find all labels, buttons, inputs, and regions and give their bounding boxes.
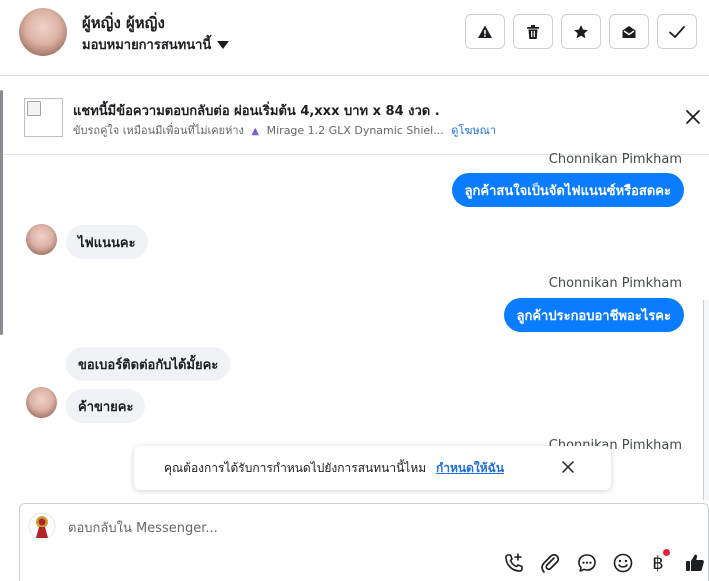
contact-name[interactable]: ผู้หญิ่ง ผู้หญิ่ง: [82, 11, 165, 35]
ad-thumbnail[interactable]: [24, 98, 63, 137]
close-icon[interactable]: [684, 108, 702, 126]
message-bubble-incoming[interactable]: ไฟแนนคะ: [66, 225, 148, 259]
emoji-icon: [613, 553, 633, 573]
mark-unread-button[interactable]: [609, 14, 649, 49]
contact-avatar[interactable]: [19, 8, 67, 56]
faq-button[interactable]: [575, 551, 599, 575]
notification-dot: [663, 549, 670, 556]
star-icon: [574, 24, 588, 38]
assign-to-me-link[interactable]: กำหนดให้ฉัน: [436, 461, 504, 475]
faq-bubble-icon: [578, 554, 596, 572]
trash-icon: [527, 24, 539, 39]
thumbs-up-icon: [686, 554, 704, 571]
message-bubble-outgoing[interactable]: ลูกค้าประกอบอาชีพอะไรคะ: [503, 298, 684, 332]
view-ad-link[interactable]: ดูโฆษณา: [451, 124, 496, 137]
message-bubble-incoming[interactable]: ค้าขายคะ: [66, 389, 146, 423]
contact-avatar-small: [26, 387, 57, 418]
phone-add-button[interactable]: [502, 551, 526, 575]
attachment-icon: [541, 553, 560, 573]
message-bubble-outgoing[interactable]: ลูกค้าสนใจเป็นจัดไฟแนนซ์หรือสดคะ: [451, 173, 684, 207]
message-sender: Chonnikan Pimkham: [548, 152, 682, 167]
message-bubble-incoming[interactable]: ขอเบอร์ติดต่อกับได้มั้ยคะ: [66, 347, 231, 381]
message-sender: Chonnikan Pimkham: [548, 276, 682, 291]
assignment-prompt-text: คุณต้องการได้รับการกำหนดไปยังการสนทนานี้…: [164, 459, 504, 478]
page-avatar: [28, 512, 56, 540]
assignment-prompt-toast: คุณต้องการได้รับการกำหนดไปยังการสนทนานี้…: [134, 446, 611, 490]
payment-button[interactable]: ฿: [646, 549, 670, 575]
delete-button[interactable]: [513, 14, 553, 49]
thumbs-up-button[interactable]: [683, 551, 707, 575]
warning-icon: [478, 25, 492, 38]
conversation-header: ผู้หญิ่ง ผู้หญิ่ง มอบหมายการสนทนานี้: [0, 0, 709, 76]
assign-label: มอบหมายการสนทนานี้: [82, 38, 212, 53]
assignment-question: คุณต้องการได้รับการกำหนดไปยังการสนทนานี้…: [164, 461, 427, 475]
baht-payment-icon: ฿: [652, 552, 664, 574]
ad-context-banner: แชทนี้มีข้อความตอบกลับต่อ ผ่อนเริ่มต้น 4…: [0, 77, 709, 155]
ad-subtitle-car: Mirage 1.2 GLX Dynamic Shiel...: [266, 124, 444, 137]
message-composer: ตอบกลับใน Messenger... ฿: [19, 503, 709, 581]
attach-button[interactable]: [538, 551, 562, 575]
left-scroll-rail: [0, 90, 3, 335]
close-icon[interactable]: [561, 460, 575, 474]
messenger-conversation-panel: ผู้หญิ่ง ผู้หญิ่ง มอบหมายการสนทนานี้ แชท…: [0, 0, 709, 581]
reply-input[interactable]: ตอบกลับใน Messenger...: [68, 517, 218, 538]
car-icon: ▲: [251, 126, 260, 137]
star-button[interactable]: [561, 14, 601, 49]
envelope-open-icon: [622, 25, 636, 38]
phone-add-icon: [505, 553, 523, 572]
contact-avatar-small: [26, 224, 57, 255]
check-icon: [669, 25, 685, 38]
emoji-button[interactable]: [611, 551, 635, 575]
mark-done-button[interactable]: [657, 14, 697, 49]
ad-subtitle-text: ขับรถคู่ใจ เหมือนมีเพื่อนที่ไม่เคยห่าง: [73, 124, 244, 137]
ad-subtitle: ขับรถคู่ใจ เหมือนมีเพื่อนที่ไม่เคยห่าง ▲…: [73, 121, 496, 139]
assign-conversation-dropdown[interactable]: มอบหมายการสนทนานี้: [82, 34, 230, 55]
scrollbar[interactable]: [703, 300, 709, 500]
ad-title: แชทนี้มีข้อความตอบกลับต่อ ผ่อนเริ่มต้น 4…: [73, 104, 440, 119]
report-spam-button[interactable]: [465, 14, 505, 49]
caret-down-icon: [217, 40, 230, 49]
